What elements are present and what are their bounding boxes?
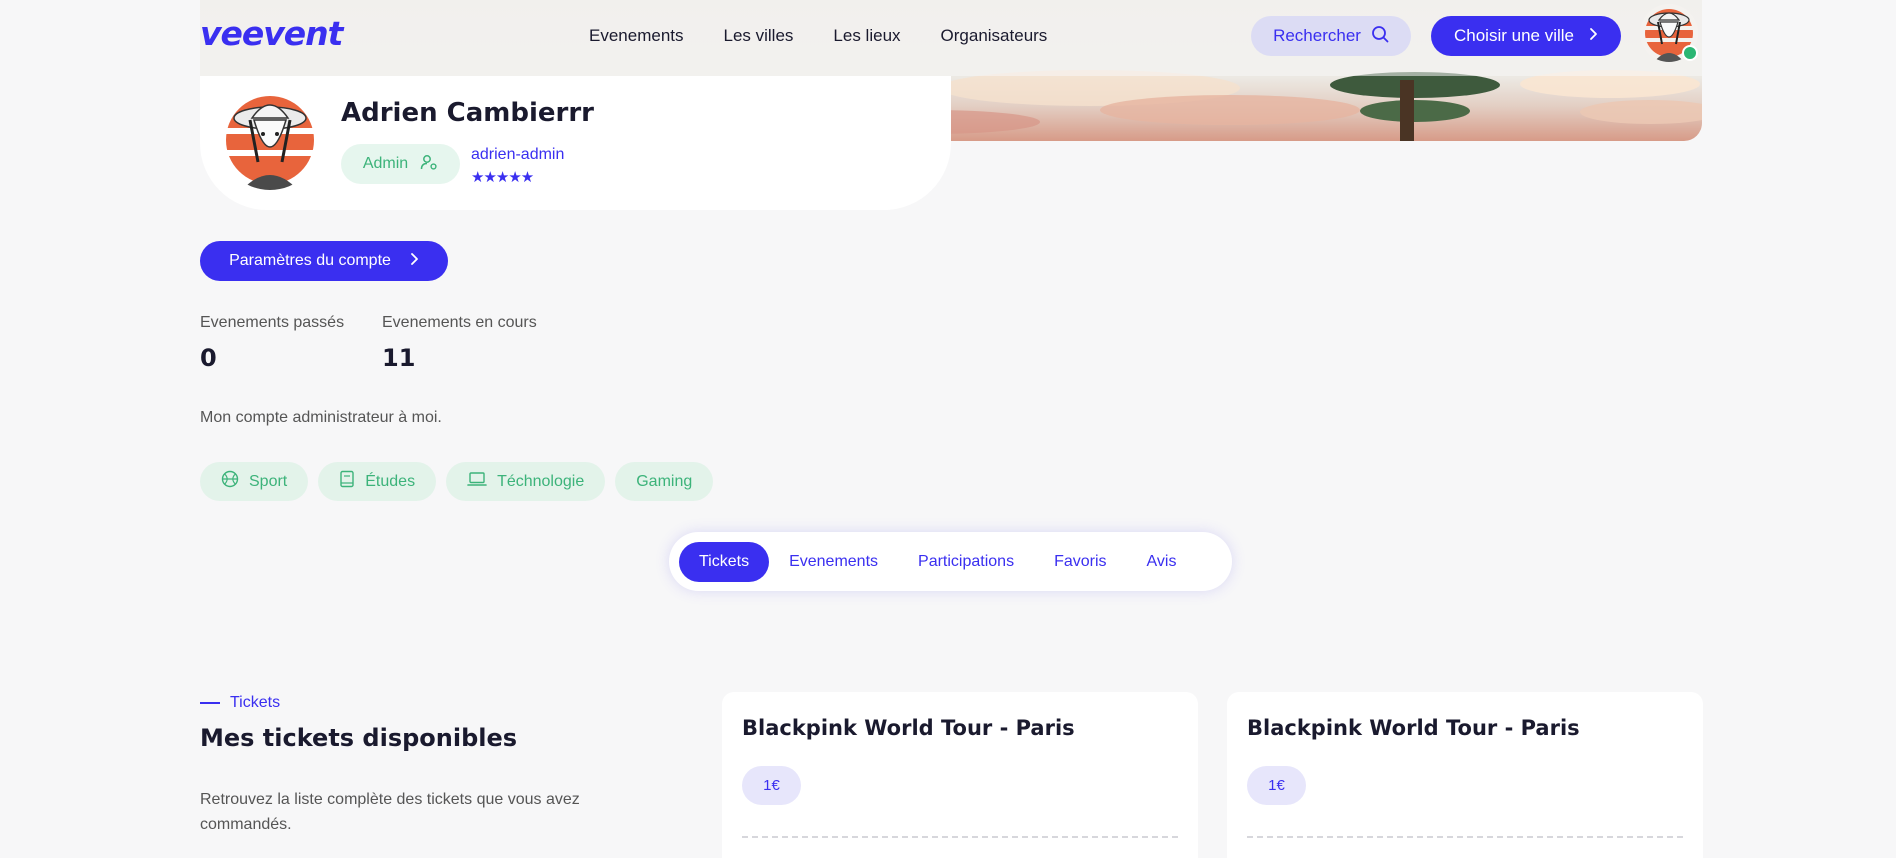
section-kicker-label: Tickets [230,694,281,711]
ticket-price: 1€ [742,766,801,805]
online-status-dot [1682,45,1698,61]
ticket-card[interactable]: Blackpink World Tour - Paris 1€ [722,692,1198,858]
tag-sport[interactable]: Sport [200,462,309,501]
choose-city-button[interactable]: Choisir une ville [1431,16,1621,56]
main-nav: Evenements Les villes Les lieux Organisa… [589,26,1047,46]
section-kicker: Tickets [200,694,280,712]
tag-label: Sport [249,472,288,490]
account-settings-label: Paramètres du compte [229,252,391,269]
tab-participations[interactable]: Participations [898,542,1034,582]
basketball-icon [221,470,239,493]
stat-current-events-label: Evenements en cours [382,314,537,331]
nav-item-villes[interactable]: Les villes [724,26,794,46]
nav-item-evenements[interactable]: Evenements [589,26,684,46]
user-gear-icon [420,153,438,176]
profile-avatar [220,90,320,190]
tab-tickets[interactable]: Tickets [679,541,770,582]
profile-bio: Mon compte administrateur à moi. [200,409,442,426]
ticket-title: Blackpink World Tour - Paris [1247,716,1580,740]
profile-tabs: Tickets Evenements Participations Favori… [669,532,1232,591]
tag-label: Études [365,472,416,490]
search-button[interactable]: Rechercher [1251,16,1411,56]
section-title: Mes tickets disponibles [200,724,518,752]
account-settings-button[interactable]: Paramètres du compte [200,241,448,281]
nav-item-lieux[interactable]: Les lieux [833,26,900,46]
tab-avis[interactable]: Avis [1127,542,1197,582]
chevron-right-icon [409,252,419,271]
laptop-icon [467,471,487,492]
username-link[interactable]: adrien-admin [471,146,564,164]
tag-technologie[interactable]: Téchnologie [446,462,606,501]
logo[interactable]: veevent [200,14,343,53]
tab-evenements[interactable]: Evenements [769,542,898,582]
tag-label: Téchnologie [497,472,585,490]
ticket-card[interactable]: Blackpink World Tour - Paris 1€ [1227,692,1703,858]
role-badge-label: Admin [362,155,409,172]
tag-etudes[interactable]: Études [318,462,437,501]
rating-stars: ★★★★★ [471,168,534,186]
tab-favoris[interactable]: Favoris [1034,542,1126,582]
book-icon [339,470,355,493]
ticket-divider [1247,836,1683,838]
tag-label: Gaming [636,472,693,490]
ticket-title: Blackpink World Tour - Paris [742,716,1075,740]
nav-item-organisateurs[interactable]: Organisateurs [941,26,1048,46]
stat-past-events-value: 0 [200,344,217,372]
section-description: Retrouvez la liste complète des tickets … [200,791,580,833]
stat-past-events-label: Evenements passés [200,314,345,331]
role-badge: Admin [341,144,460,184]
search-button-label: Rechercher [1273,26,1361,45]
profile-name: Adrien Cambierrr [341,98,595,128]
ticket-divider [742,836,1178,838]
tag-gaming[interactable]: Gaming [615,462,714,501]
ticket-price: 1€ [1247,766,1306,805]
chevron-right-icon [1588,26,1598,46]
kicker-line [200,702,220,704]
choose-city-label: Choisir une ville [1454,26,1574,45]
interest-tags: Sport Études Téchnologie Gaming [200,462,714,501]
search-icon [1371,25,1389,48]
stat-current-events-value: 11 [382,344,416,372]
